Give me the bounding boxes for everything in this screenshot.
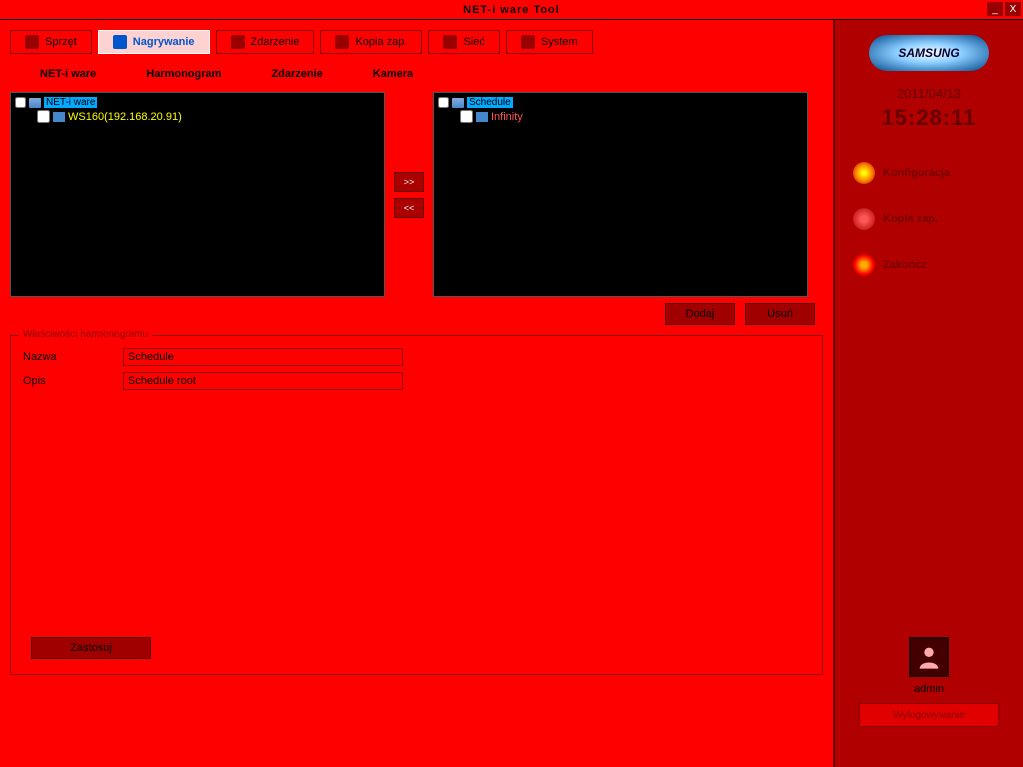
tab-system-label: System	[541, 36, 578, 48]
disk-icon	[853, 208, 875, 230]
right-tree-panel[interactable]: Schedule Infinity	[433, 92, 808, 297]
window-controls: _ X	[987, 2, 1021, 16]
left-root-checkbox[interactable]	[15, 97, 26, 108]
username-label: admin	[914, 683, 944, 695]
recording-icon	[113, 35, 127, 49]
tab-backup[interactable]: Kopia zap.	[320, 30, 422, 54]
gear-icon	[853, 162, 875, 184]
sidebar-exit-label: Zakończ	[883, 259, 927, 271]
backup-icon	[335, 35, 349, 49]
subtab-event[interactable]: Zdarzenie	[271, 68, 322, 80]
sub-tabs: NET-i ware Harmonogram Zdarzenie Kamera	[10, 62, 823, 92]
tab-system[interactable]: System	[506, 30, 593, 54]
right-tree-root[interactable]: Schedule	[438, 97, 803, 108]
name-input[interactable]	[123, 348, 403, 366]
add-button[interactable]: Dodaj	[665, 303, 735, 325]
right-child-checkbox[interactable]	[460, 110, 473, 123]
subtab-schedule[interactable]: Harmonogram	[146, 68, 221, 80]
schedule-icon	[452, 98, 464, 108]
tab-recording[interactable]: Nagrywanie	[98, 30, 210, 54]
right-root-checkbox[interactable]	[438, 97, 449, 108]
sidebar-link-exit[interactable]: Zakończ	[849, 248, 1009, 282]
person-icon	[915, 643, 943, 671]
tab-recording-label: Nagrywanie	[133, 36, 195, 48]
left-tree-panel[interactable]: NET-i ware WS160(192.168.20.91)	[10, 92, 385, 297]
sidebar: SAMSUNG 2011/04/13 15:28:11 Konfiguracja…	[833, 20, 1023, 767]
tab-event[interactable]: Zdarzenie	[216, 30, 315, 54]
event-icon	[231, 35, 245, 49]
brand-logo: SAMSUNG	[869, 35, 989, 71]
left-child-checkbox[interactable]	[37, 110, 50, 123]
power-icon	[853, 254, 875, 276]
left-root-label: NET-i ware	[44, 97, 97, 108]
sidebar-config-label: Konfiguracja	[883, 167, 950, 179]
desc-input[interactable]	[123, 372, 403, 390]
left-child-label: WS160(192.168.20.91)	[68, 111, 182, 123]
subtab-netware[interactable]: NET-i ware	[40, 68, 96, 80]
tab-event-label: Zdarzenie	[251, 36, 300, 48]
close-button[interactable]: X	[1005, 2, 1021, 16]
hardware-icon	[25, 35, 39, 49]
user-area: admin Wylogowywanie	[859, 637, 999, 727]
move-left-button[interactable]: <<	[394, 198, 424, 218]
subtab-camera[interactable]: Kamera	[373, 68, 413, 80]
window-title: NET-i ware Tool	[463, 4, 560, 16]
time-display: 15:28:11	[882, 105, 977, 131]
right-tree-child[interactable]: Infinity	[460, 110, 803, 123]
sidebar-backup-label: Kopia zap.	[883, 213, 938, 225]
left-tree-child[interactable]: WS160(192.168.20.91)	[37, 110, 380, 123]
server-icon	[29, 98, 41, 108]
tab-network-label: Sieć	[463, 36, 484, 48]
tab-hardware[interactable]: Sprzęt	[10, 30, 92, 54]
tab-network[interactable]: Sieć	[428, 30, 499, 54]
user-avatar	[909, 637, 949, 677]
right-child-label: Infinity	[491, 111, 523, 123]
transfer-buttons: >> <<	[391, 92, 427, 297]
system-icon	[521, 35, 535, 49]
sidebar-link-config[interactable]: Konfiguracja	[849, 156, 1009, 190]
titlebar: NET-i ware Tool _ X	[0, 0, 1023, 20]
network-icon	[443, 35, 457, 49]
fieldset-legend: Właściwości harmonogramu	[19, 329, 152, 340]
right-root-label: Schedule	[467, 97, 513, 108]
date-display: 2011/04/13	[897, 86, 961, 101]
device-icon	[53, 112, 65, 122]
move-right-button[interactable]: >>	[394, 172, 424, 192]
minimize-button[interactable]: _	[987, 2, 1003, 16]
left-tree-root[interactable]: NET-i ware	[15, 97, 380, 108]
tab-backup-label: Kopia zap.	[355, 36, 407, 48]
apply-button[interactable]: Zastosuj	[31, 637, 151, 659]
tab-hardware-label: Sprzęt	[45, 36, 77, 48]
delete-button[interactable]: Usuń	[745, 303, 815, 325]
name-label: Nazwa	[23, 351, 123, 363]
desc-label: Opis	[23, 375, 123, 387]
schedule-properties-fieldset: Właściwości harmonogramu Nazwa Opis Zast…	[10, 335, 823, 675]
logout-button[interactable]: Wylogowywanie	[859, 703, 999, 727]
main-tabs: Sprzęt Nagrywanie Zdarzenie Kopia zap. S…	[10, 30, 823, 54]
sidebar-link-backup[interactable]: Kopia zap.	[849, 202, 1009, 236]
infinity-icon	[476, 112, 488, 122]
